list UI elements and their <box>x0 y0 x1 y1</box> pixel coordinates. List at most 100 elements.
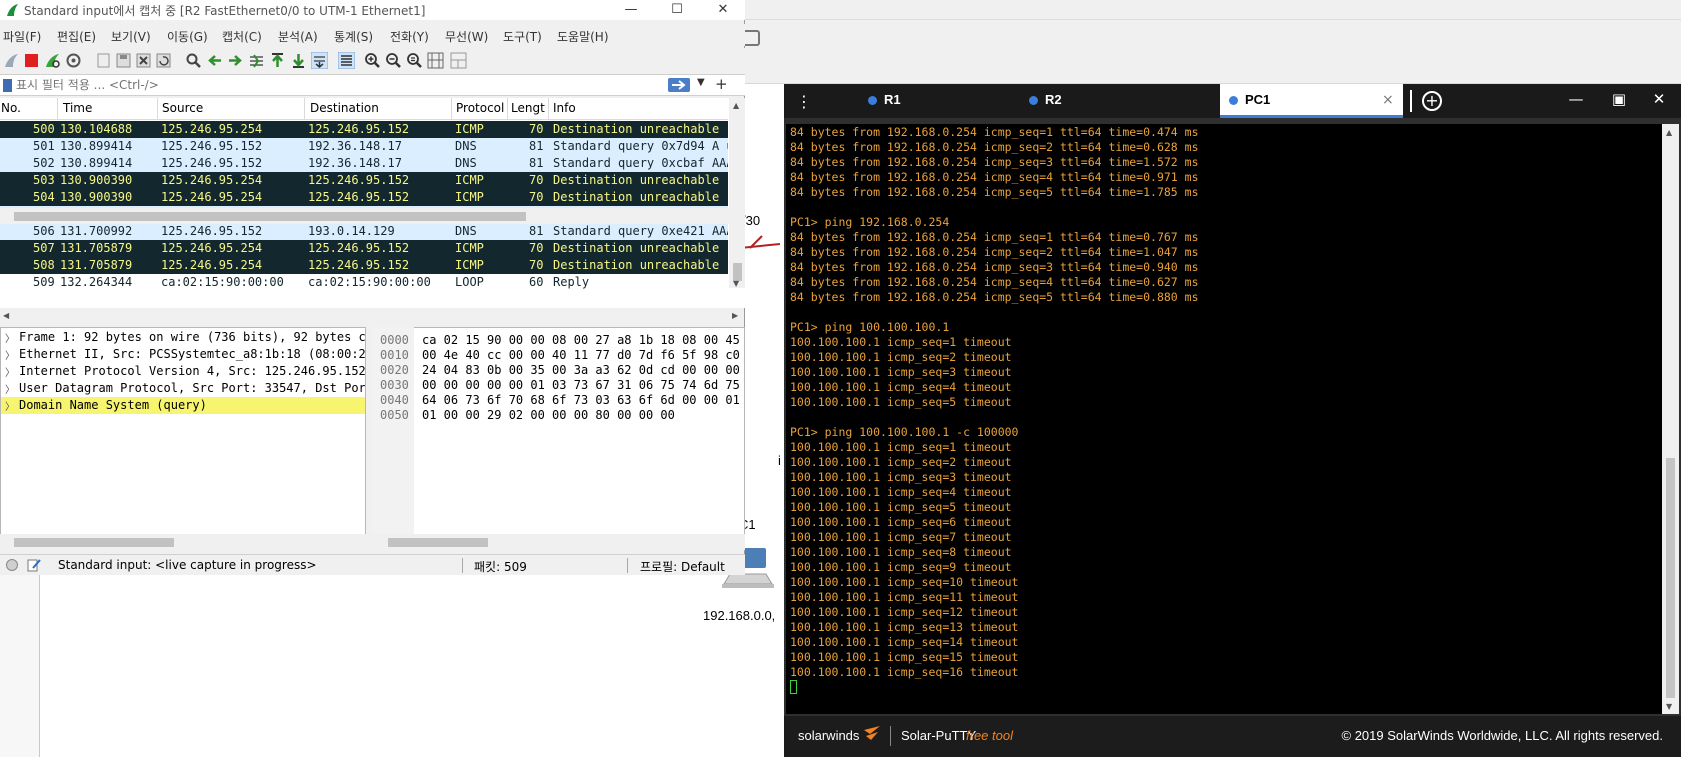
apply-filter-arrow-icon[interactable] <box>668 78 690 92</box>
display-filter-input[interactable] <box>16 76 706 94</box>
expand-chevron-icon[interactable]: 〉 <box>5 398 15 413</box>
resize-columns-icon[interactable] <box>427 52 444 69</box>
restart-capture-icon[interactable] <box>44 52 61 69</box>
expand-chevron-icon[interactable]: 〉 <box>5 347 15 362</box>
add-filter-button[interactable]: + <box>715 75 728 93</box>
colorize-icon[interactable] <box>338 52 355 69</box>
tab-r2[interactable]: R2 <box>1020 84 1220 118</box>
menu-statistics[interactable]: 통계(S) <box>334 28 373 45</box>
bookmark-icon[interactable] <box>3 79 12 92</box>
shark-fin-start-icon[interactable] <box>3 52 20 69</box>
bytes-hex[interactable]: 00 00 00 00 00 01 03 73 67 31 06 75 74 6… <box>422 378 740 393</box>
table-row[interactable]: 502 130.899414 125.246.95.152 192.36.148.17… <box>0 155 728 172</box>
putty-close-button[interactable]: ✕ <box>1647 90 1671 108</box>
new-tab-plus-icon[interactable]: + <box>1422 91 1442 111</box>
bytes-hex[interactable]: 64 06 73 6f 70 68 6f 73 03 63 6f 6d 00 0… <box>422 393 740 408</box>
column-length[interactable]: Lengt <box>511 101 545 115</box>
bytes-hex[interactable]: ca 02 15 90 00 00 08 00 27 a8 1b 18 08 0… <box>422 333 740 348</box>
details-hscroll-thumb[interactable] <box>14 538 174 547</box>
detail-row-ethernet[interactable]: 〉 Ethernet II, Src: PCSSystemtec_a8:1b:18… <box>1 346 365 363</box>
scroll-down-arrow-icon[interactable]: ▼ <box>1666 702 1672 711</box>
terminal-output[interactable]: 84 bytes from 192.168.0.254 icmp_seq=1 t… <box>786 124 1662 714</box>
expand-chevron-icon[interactable]: 〉 <box>5 381 15 396</box>
menu-capture[interactable]: 캡처(C) <box>222 28 262 45</box>
column-protocol[interactable]: Protocol <box>456 101 504 115</box>
menu-go[interactable]: 이동(G) <box>167 28 208 45</box>
go-last-packet-icon[interactable] <box>290 52 307 69</box>
close-button[interactable]: ✕ <box>700 0 746 20</box>
zoom-normal-icon[interactable] <box>406 52 423 69</box>
table-row[interactable]: 506 131.700992 125.246.95.152 193.0.14.129 D… <box>0 223 728 240</box>
link-interface-label: i <box>778 453 781 468</box>
wireshark-titlebar[interactable]: Standard input에서 캡처 중 [R2 FastEthernet0/… <box>0 0 745 20</box>
column-time[interactable]: Time <box>63 101 92 115</box>
table-row[interactable]: 501 130.899414 125.246.95.152 192.36.148.17… <box>0 138 728 155</box>
column-no[interactable]: No. <box>1 101 21 115</box>
menu-tools[interactable]: 도구(T) <box>503 28 542 45</box>
expand-chevron-icon[interactable]: 〉 <box>5 364 15 379</box>
minimize-button[interactable]: — <box>608 0 654 20</box>
scroll-up-arrow-icon[interactable]: ▲ <box>733 101 739 110</box>
menu-help[interactable]: 도움말(H) <box>557 28 609 45</box>
bytes-hex[interactable]: 01 00 00 29 02 00 00 00 80 00 00 00 <box>422 408 675 423</box>
filter-history-chevron-icon[interactable]: ▼ <box>697 77 705 88</box>
kebab-menu-icon[interactable]: ⋮ <box>796 92 812 111</box>
detail-row-ipv4[interactable]: 〉 Internet Protocol Version 4, Src: 125.2… <box>1 363 365 380</box>
putty-maximize-button[interactable]: ▣ <box>1607 90 1631 108</box>
menu-wireless[interactable]: 무선(W) <box>445 28 488 45</box>
save-file-icon[interactable] <box>115 52 132 69</box>
tab-pc1[interactable]: PC1 × <box>1220 84 1403 118</box>
open-file-icon[interactable] <box>95 52 112 69</box>
cell-length: 81 <box>529 224 544 238</box>
cell-no: 507 <box>33 241 55 255</box>
scroll-down-arrow-icon[interactable]: ▼ <box>733 279 739 288</box>
go-back-icon[interactable] <box>206 52 223 69</box>
column-info[interactable]: Info <box>553 101 576 115</box>
auto-scroll-icon[interactable] <box>311 52 328 69</box>
scroll-up-arrow-icon[interactable]: ▲ <box>1666 128 1672 137</box>
expand-chevron-icon[interactable]: 〉 <box>5 330 15 345</box>
zoom-out-icon[interactable] <box>385 52 402 69</box>
column-destination[interactable]: Destination <box>310 101 379 115</box>
bytes-hex[interactable]: 24 04 83 0b 00 35 00 3a a3 62 0d cd 00 0… <box>422 363 740 378</box>
scroll-left-arrow-icon[interactable]: ◀ <box>3 311 9 320</box>
column-source[interactable]: Source <box>162 101 203 115</box>
tab-r1[interactable]: R1 <box>824 84 1020 118</box>
go-to-packet-icon[interactable] <box>248 52 265 69</box>
expert-info-led-icon[interactable] <box>6 559 18 571</box>
menu-file[interactable]: 파일(F) <box>3 28 41 45</box>
menu-telephony[interactable]: 전화(Y) <box>390 28 429 45</box>
capture-comment-icon[interactable] <box>27 558 41 572</box>
menu-edit[interactable]: 편집(E) <box>57 28 96 45</box>
table-row[interactable]: 507 131.705879 125.246.95.254 125.246.95.15… <box>0 240 728 257</box>
tab-close-icon[interactable]: × <box>1382 92 1394 108</box>
detail-row-dns[interactable]: 〉 Domain Name System (query) <box>1 397 365 414</box>
find-packet-icon[interactable] <box>185 52 202 69</box>
go-first-packet-icon[interactable] <box>269 52 286 69</box>
packet-list-hscroll-thumb[interactable] <box>14 212 526 221</box>
maximize-button[interactable]: ☐ <box>654 0 700 20</box>
bytes-hex[interactable]: 00 4e 40 cc 00 00 40 11 77 d0 7d f6 5f 9… <box>422 348 740 363</box>
detail-row-frame[interactable]: 〉 Frame 1: 92 bytes on wire (736 bits), 9… <box>1 329 365 346</box>
go-forward-icon[interactable] <box>227 52 244 69</box>
close-file-icon[interactable] <box>135 52 152 69</box>
stop-capture-icon[interactable] <box>23 52 40 69</box>
menu-analyze[interactable]: 분석(A) <box>278 28 318 45</box>
scroll-right-arrow-icon[interactable]: ▶ <box>732 311 738 320</box>
table-row[interactable]: 509 132.264344 ca:02:15:90:00:00 ca:02:15:9… <box>0 274 728 291</box>
table-row[interactable]: 504 130.900390 125.246.95.254 125.246.95.15… <box>0 189 728 206</box>
packet-list-vscroll[interactable] <box>729 98 745 288</box>
terminal-vscroll-thumb[interactable] <box>1666 458 1675 698</box>
menu-view[interactable]: 보기(V) <box>111 28 151 45</box>
layout-icon[interactable] <box>450 52 467 69</box>
profile-text[interactable]: 프로필: Default <box>640 558 725 575</box>
table-row[interactable]: 503 130.900390 125.246.95.254 125.246.95.15… <box>0 172 728 189</box>
capture-options-icon[interactable] <box>65 52 82 69</box>
table-row[interactable]: 508 131.705879 125.246.95.254 125.246.95.15… <box>0 257 728 274</box>
table-row[interactable]: 500 130.104688 125.246.95.254 125.246.95.15… <box>0 121 728 138</box>
reload-file-icon[interactable] <box>155 52 172 69</box>
zoom-in-icon[interactable] <box>364 52 381 69</box>
detail-row-udp[interactable]: 〉 User Datagram Protocol, Src Port: 33547… <box>1 380 365 397</box>
bytes-hscroll-thumb[interactable] <box>388 538 488 547</box>
putty-minimize-button[interactable]: — <box>1564 90 1588 108</box>
